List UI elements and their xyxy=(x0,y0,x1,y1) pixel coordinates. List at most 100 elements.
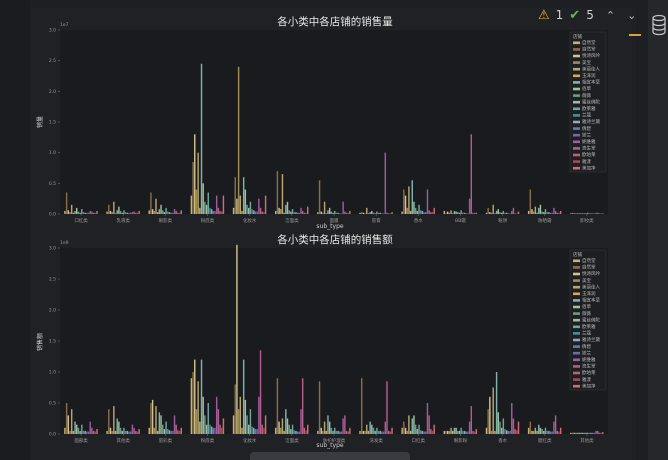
bar xyxy=(386,381,388,434)
bar xyxy=(598,213,601,214)
bar xyxy=(129,431,132,434)
x-tick-label: 洗发类 xyxy=(369,437,383,444)
legend: 店铺自然堂自然堂悦诗风吟美宝美丽佳人玉泽润相宜本草佰草薇薇蜜丝佛陀欧莱雅兰蔻雅诗… xyxy=(569,249,607,391)
bar xyxy=(158,209,161,214)
bar xyxy=(527,427,530,434)
bar xyxy=(322,212,324,214)
database-icon[interactable] xyxy=(652,14,666,36)
bar xyxy=(81,424,83,434)
bar xyxy=(160,415,162,434)
x-tick-label: 洁面类 xyxy=(285,437,299,444)
bar xyxy=(485,212,488,214)
bar xyxy=(194,134,196,214)
legend-entry: 雅漾 xyxy=(582,376,591,383)
bar xyxy=(118,421,120,434)
bar xyxy=(155,406,157,434)
legend-swatch xyxy=(573,133,580,137)
bar xyxy=(320,427,322,434)
bar xyxy=(246,415,248,434)
bar xyxy=(155,198,157,214)
bar xyxy=(291,424,294,434)
bar xyxy=(207,192,209,214)
legend-swatch xyxy=(573,305,580,309)
right-tool-strip xyxy=(648,0,668,460)
bar xyxy=(376,427,378,434)
bar xyxy=(470,134,473,214)
bar xyxy=(94,212,97,214)
bar xyxy=(207,403,209,434)
bar xyxy=(349,427,351,434)
bar xyxy=(411,180,413,214)
legend-swatch xyxy=(573,292,580,296)
bar xyxy=(362,212,365,214)
bar xyxy=(281,418,284,434)
legend-entry: 自然堂 xyxy=(582,257,596,264)
bar xyxy=(516,213,518,214)
bar xyxy=(170,212,172,214)
bar xyxy=(446,430,449,434)
bar xyxy=(126,430,129,434)
plot-area xyxy=(60,30,608,214)
bar xyxy=(298,431,301,434)
horizontal-scrollbar[interactable] xyxy=(250,452,410,460)
bar xyxy=(123,427,125,434)
bar xyxy=(539,204,542,214)
bar xyxy=(239,396,242,434)
bar xyxy=(475,429,478,434)
bar xyxy=(133,211,135,214)
legend-swatch xyxy=(573,166,580,170)
bar xyxy=(118,206,120,214)
x-tick-label: 眼影类 xyxy=(159,217,173,224)
bar xyxy=(92,212,95,214)
legend: 店铺自然堂自然堂悦诗风吟美宝美丽佳人玉泽润相宜本草佰草薇薇蜜丝佛陀欧莱雅兰蔻雅诗… xyxy=(569,31,607,173)
bar xyxy=(106,430,108,434)
bar xyxy=(372,427,375,434)
bar xyxy=(84,430,86,434)
x-tick-label: 化妆水 xyxy=(243,437,257,444)
exponent-label: 1e7 xyxy=(60,22,69,28)
bar xyxy=(421,210,424,214)
bar xyxy=(536,212,538,214)
bar xyxy=(300,409,302,434)
bar xyxy=(512,207,515,214)
bar xyxy=(403,421,405,434)
bar xyxy=(219,210,221,214)
legend-entry: 蜜丝佛陀 xyxy=(582,316,600,323)
bar xyxy=(261,211,263,214)
bar xyxy=(232,415,235,434)
bar xyxy=(259,207,262,214)
bar xyxy=(387,430,390,434)
bar xyxy=(163,212,166,214)
legend-swatch xyxy=(573,384,580,388)
bar xyxy=(200,63,203,214)
bar xyxy=(554,210,557,214)
bar xyxy=(551,212,553,214)
bar xyxy=(600,432,602,434)
legend-swatch xyxy=(573,120,580,124)
bar xyxy=(531,209,533,214)
bar xyxy=(168,430,171,434)
bar xyxy=(377,430,380,434)
legend-entry: 薇薇 xyxy=(582,310,591,317)
legend-swatch xyxy=(573,87,580,91)
bar xyxy=(151,209,154,214)
bar xyxy=(300,207,302,214)
bar xyxy=(89,210,91,214)
bar xyxy=(111,212,113,214)
bar xyxy=(199,421,201,434)
chevron-down-icon[interactable]: ⌄ xyxy=(627,9,636,22)
bar xyxy=(532,211,535,214)
bar xyxy=(504,429,506,434)
bar xyxy=(221,427,223,434)
bar xyxy=(222,418,225,434)
bar xyxy=(559,427,562,434)
bar xyxy=(362,430,365,434)
bar xyxy=(404,195,407,214)
legend-swatch xyxy=(573,81,580,84)
bar xyxy=(173,209,176,214)
legend-swatch xyxy=(573,107,580,111)
bar xyxy=(278,421,280,434)
legend-entry: 玉泽润 xyxy=(582,290,596,297)
bar xyxy=(221,211,223,214)
bar xyxy=(337,212,339,214)
